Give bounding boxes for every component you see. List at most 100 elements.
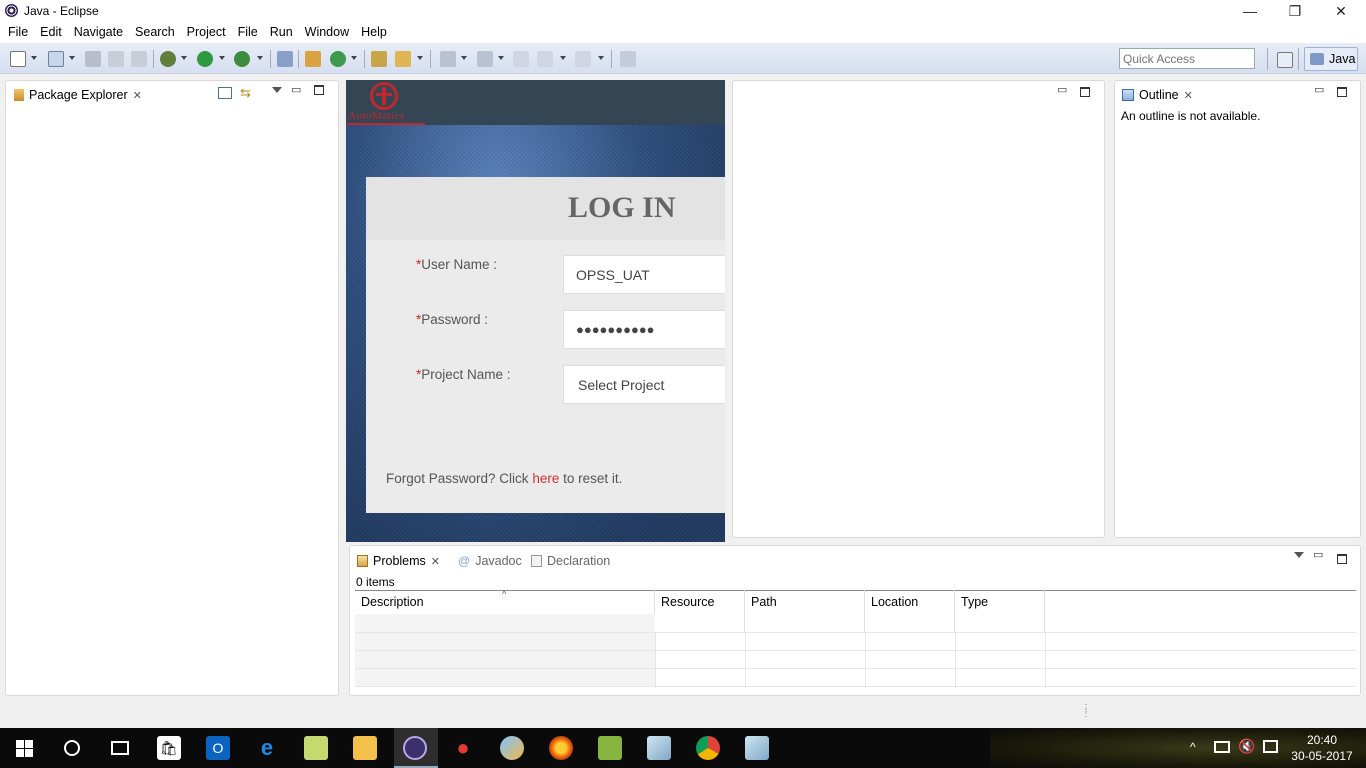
menu-file-2[interactable]: File	[232, 22, 264, 43]
new-project-icon[interactable]	[48, 51, 64, 67]
menu-edit[interactable]: Edit	[34, 22, 68, 43]
chat-icon[interactable]: ●	[451, 735, 475, 760]
maximize-view-icon[interactable]	[1337, 554, 1347, 564]
notifications-icon[interactable]	[1263, 740, 1278, 753]
menu-window[interactable]: Window	[299, 22, 355, 43]
store-icon[interactable]: 🛍	[157, 736, 181, 760]
menu-run[interactable]: Run	[264, 22, 299, 43]
close-icon[interactable]: ✕	[133, 89, 142, 102]
view-menu-icon[interactable]	[272, 87, 282, 93]
windows-start-icon[interactable]	[12, 736, 36, 760]
chevron-down-icon[interactable]	[598, 56, 604, 60]
column-header-location[interactable]: Location	[865, 590, 955, 632]
project-name-label: *Project Name :	[416, 367, 511, 382]
chevron-down-icon[interactable]	[560, 56, 566, 60]
new-java-package-icon[interactable]	[305, 51, 321, 67]
restore-button[interactable]: ❐	[1272, 0, 1318, 22]
minimize-view-icon[interactable]: ▭	[1314, 83, 1324, 96]
forward-icon[interactable]	[575, 51, 591, 67]
app-icon[interactable]	[745, 736, 769, 760]
close-icon[interactable]: ✕	[431, 555, 440, 568]
chrome-icon[interactable]	[696, 736, 720, 760]
column-header-resource[interactable]: Resource	[655, 590, 745, 632]
spreadsheet-icon[interactable]	[598, 736, 622, 760]
tab-problems[interactable]: Problems ✕	[352, 548, 450, 574]
open-type-icon[interactable]	[371, 51, 387, 67]
close-button[interactable]: ✕	[1318, 0, 1364, 22]
menu-help[interactable]: Help	[355, 22, 393, 43]
previous-annotation-icon[interactable]	[477, 51, 493, 67]
edge-browser-icon[interactable]: e	[255, 735, 279, 760]
search-icon[interactable]	[395, 51, 411, 67]
network-icon[interactable]	[1214, 741, 1230, 753]
collapse-all-icon[interactable]	[218, 87, 232, 99]
outline-tab[interactable]: Outline ✕	[1117, 83, 1203, 107]
package-explorer-tab[interactable]: Package Explorer ✕	[8, 83, 151, 107]
status-bar-grip[interactable]: ⋮ ⋮	[1081, 704, 1091, 719]
skip-breakpoints-icon[interactable]	[277, 51, 293, 67]
external-tools-icon[interactable]	[234, 51, 250, 67]
java-perspective-button[interactable]: Java	[1304, 47, 1358, 71]
chevron-down-icon[interactable]	[69, 56, 75, 60]
new-java-class-icon[interactable]	[330, 51, 346, 67]
column-header-type[interactable]: Type	[955, 590, 1045, 632]
eclipse-taskbar-button[interactable]	[394, 728, 438, 768]
link-with-editor-icon[interactable]: ⇆	[240, 86, 254, 99]
toolbar-separator	[611, 50, 612, 68]
save-all-icon[interactable]	[108, 51, 124, 67]
chevron-down-icon[interactable]	[257, 56, 263, 60]
menu-project[interactable]: Project	[181, 22, 232, 43]
reset-password-link[interactable]: here	[532, 471, 559, 486]
outlook-icon[interactable]: O	[206, 736, 230, 760]
project-select[interactable]: Select Project	[563, 365, 725, 404]
quick-access-input[interactable]	[1119, 48, 1255, 69]
column-header-path[interactable]: Path	[745, 590, 865, 632]
app-icon[interactable]	[647, 736, 671, 760]
maximize-view-icon[interactable]	[1080, 87, 1090, 97]
chevron-down-icon[interactable]	[461, 56, 467, 60]
minimize-view-icon[interactable]: ▭	[1057, 83, 1067, 96]
last-edit-location-icon[interactable]	[513, 51, 529, 67]
minimize-button[interactable]: —	[1227, 0, 1273, 22]
run-icon[interactable]	[197, 51, 213, 67]
show-hidden-icons-icon[interactable]: ^	[1190, 740, 1196, 754]
file-explorer-icon[interactable]	[353, 736, 377, 760]
next-annotation-icon[interactable]	[440, 51, 456, 67]
password-input[interactable]: ●●●●●●●●●●	[563, 310, 725, 349]
menu-search[interactable]: Search	[129, 22, 181, 43]
pin-editor-icon[interactable]	[620, 51, 636, 67]
maximize-view-icon[interactable]	[1337, 87, 1347, 97]
maximize-view-icon[interactable]	[314, 85, 324, 95]
system-clock[interactable]: 20:40 30-05-2017	[1290, 732, 1354, 764]
chevron-down-icon[interactable]	[351, 56, 357, 60]
paint-icon[interactable]	[500, 736, 524, 760]
minimize-view-icon[interactable]: ▭	[291, 83, 301, 96]
item-count: 0 items	[356, 575, 395, 589]
tab-declaration[interactable]: Declaration	[531, 554, 610, 570]
menu-file[interactable]: File	[2, 22, 34, 43]
window-title-bar: Java - Eclipse — ❐ ✕	[0, 0, 1366, 22]
javadoc-icon: @	[458, 554, 471, 568]
print-icon[interactable]	[131, 51, 147, 67]
firefox-icon[interactable]	[549, 736, 573, 760]
username-input[interactable]: OPSS_UAT	[563, 255, 725, 294]
chevron-down-icon[interactable]	[498, 56, 504, 60]
new-file-icon[interactable]	[10, 51, 26, 67]
debug-icon[interactable]	[160, 51, 176, 67]
cortana-search-icon[interactable]	[60, 736, 84, 760]
back-icon[interactable]	[537, 51, 553, 67]
save-icon[interactable]	[85, 51, 101, 67]
chevron-down-icon[interactable]	[219, 56, 225, 60]
view-menu-icon[interactable]	[1294, 552, 1304, 558]
open-perspective-icon[interactable]	[1277, 52, 1293, 68]
chevron-down-icon[interactable]	[417, 56, 423, 60]
chevron-down-icon[interactable]	[31, 56, 37, 60]
close-icon[interactable]: ✕	[1184, 89, 1193, 102]
task-view-icon[interactable]	[108, 736, 132, 760]
menu-navigate[interactable]: Navigate	[68, 22, 129, 43]
minimize-view-icon[interactable]: ▭	[1313, 548, 1323, 561]
tab-javadoc[interactable]: @ Javadoc	[458, 554, 522, 568]
chevron-down-icon[interactable]	[181, 56, 187, 60]
photos-icon[interactable]	[304, 736, 328, 760]
volume-muted-icon[interactable]: 🔇	[1238, 738, 1255, 755]
